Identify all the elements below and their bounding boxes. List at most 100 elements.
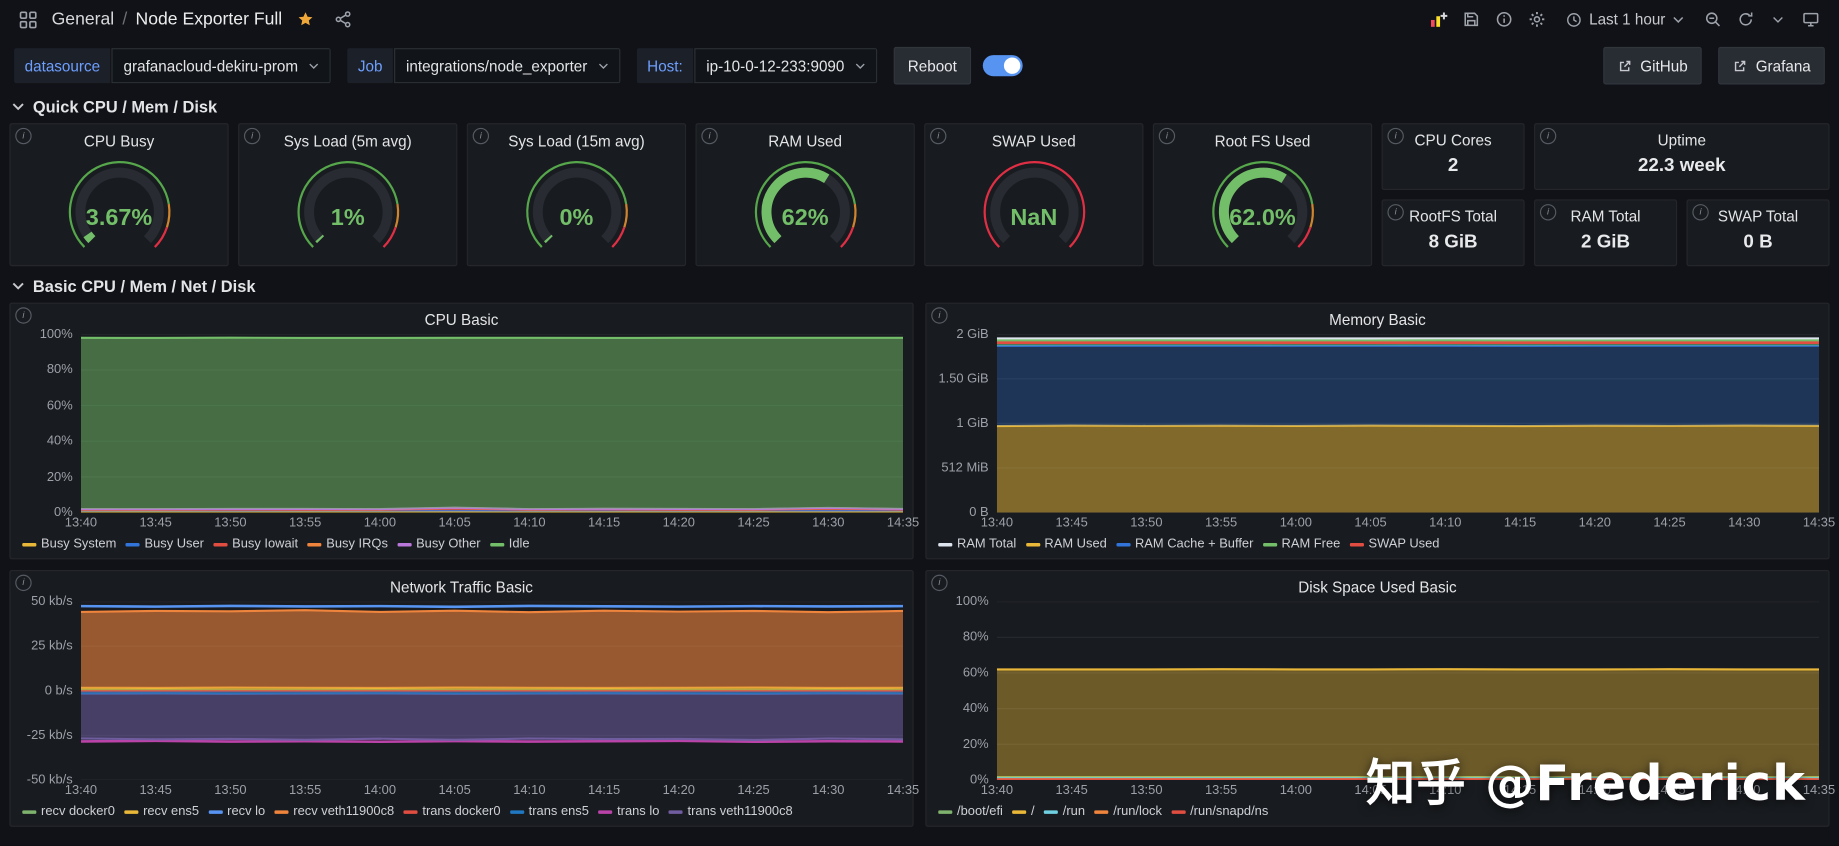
panel-info-icon[interactable]: i — [1159, 128, 1175, 144]
panel-title[interactable]: Memory Basic — [936, 308, 1819, 334]
panel-info-icon[interactable]: i — [473, 128, 489, 144]
legend-item-busy-user[interactable]: Busy User — [126, 535, 204, 554]
chevron-down-icon — [309, 62, 320, 70]
legend-item--run-lock[interactable]: /run/lock — [1094, 802, 1162, 821]
chart-plot — [81, 334, 903, 512]
panel-info-icon[interactable]: i — [1387, 204, 1403, 220]
reboot-button[interactable]: Reboot — [894, 47, 971, 85]
panel-info-icon[interactable]: i — [930, 128, 946, 144]
legend-item-trans-docker0[interactable]: trans docker0 — [404, 802, 501, 821]
panel-title[interactable]: Sys Load (15m avg) — [468, 124, 685, 150]
legend-item--run[interactable]: /run — [1044, 802, 1085, 821]
legend-swatch — [213, 542, 227, 546]
host-variable-dropdown[interactable]: Host: ip-10-0-12-233:9090 — [637, 48, 878, 83]
legend-item-trans-veth11900c8[interactable]: trans veth11900c8 — [669, 802, 793, 821]
legend-label: recv ens5 — [143, 805, 199, 819]
panel-title[interactable]: SWAP Total — [1718, 201, 1798, 226]
panel-title[interactable]: SWAP Used — [925, 124, 1142, 150]
panel-info-icon[interactable]: i — [1692, 204, 1708, 220]
x-tick-label: 14:00 — [1280, 516, 1312, 530]
legend-swatch — [397, 542, 411, 546]
legend-label: RAM Cache + Buffer — [1135, 537, 1253, 551]
x-tick-label: 14:15 — [1504, 516, 1536, 530]
row-header-quick[interactable]: Quick CPU / Mem / Disk — [12, 97, 1830, 116]
panel-info-icon[interactable]: i — [1387, 128, 1403, 144]
legend-item-ram-free[interactable]: RAM Free — [1263, 535, 1341, 554]
panel-info-icon[interactable]: i — [1540, 128, 1556, 144]
variables-bar: datasource grafanacloud-dekiru-prom Job … — [0, 39, 1839, 95]
github-link-button[interactable]: GitHub — [1603, 47, 1702, 85]
legend-item--[interactable]: / — [1012, 802, 1034, 821]
favorite-star-icon[interactable] — [292, 6, 320, 32]
panel-title[interactable]: CPU Basic — [20, 308, 903, 334]
legend-item-ram-total[interactable]: RAM Total — [938, 535, 1016, 554]
legend-item-trans-ens5[interactable]: trans ens5 — [510, 802, 589, 821]
panel-info-icon[interactable]: i — [15, 128, 31, 144]
legend-item-ram-cache-buffer[interactable]: RAM Cache + Buffer — [1116, 535, 1253, 554]
dashboard-body: Quick CPU / Mem / Disk i CPU Busy 3.67% … — [0, 97, 1839, 836]
legend-item-busy-iowait[interactable]: Busy Iowait — [213, 535, 298, 554]
legend-item-ram-used[interactable]: RAM Used — [1026, 535, 1107, 554]
share-icon[interactable] — [329, 6, 357, 32]
grid-icon[interactable] — [14, 6, 42, 32]
reboot-toggle[interactable] — [983, 55, 1023, 76]
panel-title[interactable]: Uptime — [1658, 124, 1706, 149]
panel-info-icon[interactable]: i — [931, 575, 947, 591]
panel-info-icon[interactable]: i — [15, 307, 31, 323]
save-dashboard-icon[interactable] — [1458, 6, 1486, 32]
panel-title[interactable]: RootFS Total — [1409, 201, 1497, 226]
panel-title[interactable]: Root FS Used — [1154, 124, 1371, 150]
x-tick-label: 13:50 — [1130, 783, 1162, 797]
panel-info-icon[interactable]: i — [931, 307, 947, 323]
datasource-variable-dropdown[interactable]: datasource grafanacloud-dekiru-prom — [14, 48, 331, 83]
legend-item-busy-irqs[interactable]: Busy IRQs — [307, 535, 387, 554]
x-tick-label: 13:40 — [65, 783, 97, 797]
tv-mode-icon[interactable] — [1797, 6, 1825, 32]
panel-sys-load-5m: i Sys Load (5m avg) 1% — [238, 123, 457, 266]
datasource-variable-value: grafanacloud-dekiru-prom — [124, 57, 299, 75]
panel-title[interactable]: Disk Space Used Basic — [936, 576, 1819, 602]
panel-title[interactable]: Sys Load (5m avg) — [239, 124, 456, 150]
y-axis: 2 GiB1.50 GiB1 GiB512 MiB0 B — [936, 334, 997, 512]
legend-item--boot-efi[interactable]: /boot/efi — [938, 802, 1003, 821]
panel-cpu-busy: i CPU Busy 3.67% — [9, 123, 228, 266]
panel-info-icon[interactable]: i — [15, 575, 31, 591]
panel-title[interactable]: RAM Used — [697, 124, 914, 150]
dashboard-insights-icon[interactable] — [1491, 6, 1519, 32]
legend-label: recv docker0 — [41, 805, 115, 819]
panel-info-icon[interactable]: i — [701, 128, 717, 144]
legend-swatch — [669, 810, 683, 814]
dashboard-settings-gear-icon[interactable] — [1523, 6, 1551, 32]
legend-swatch — [1171, 810, 1185, 814]
legend-item-swap-used[interactable]: SWAP Used — [1350, 535, 1440, 554]
panel-info-icon[interactable]: i — [244, 128, 260, 144]
legend-item--run-snapd-ns[interactable]: /run/snapd/ns — [1171, 802, 1268, 821]
legend-item-recv-lo[interactable]: recv lo — [208, 802, 265, 821]
breadcrumb-section[interactable]: General — [52, 9, 115, 29]
x-tick-label: 14:35 — [1803, 783, 1835, 797]
legend-item-trans-lo[interactable]: trans lo — [598, 802, 659, 821]
panel-title[interactable]: Network Traffic Basic — [20, 576, 903, 602]
panel-info-icon[interactable]: i — [1540, 204, 1556, 220]
panel-title[interactable]: RAM Total — [1571, 201, 1641, 226]
panel-title[interactable]: CPU Busy — [11, 124, 228, 150]
legend-item-busy-system[interactable]: Busy System — [22, 535, 116, 554]
grafana-link-button[interactable]: Grafana — [1718, 47, 1825, 85]
legend-item-busy-other[interactable]: Busy Other — [397, 535, 480, 554]
zoom-out-icon[interactable] — [1698, 6, 1726, 32]
legend-item-recv-veth11900c8[interactable]: recv veth11900c8 — [275, 802, 395, 821]
job-variable-dropdown[interactable]: Job integrations/node_exporter — [347, 48, 620, 83]
x-tick-label: 13:50 — [1130, 516, 1162, 530]
add-panel-icon[interactable] — [1425, 6, 1453, 32]
x-tick-label: 14:25 — [1653, 516, 1685, 530]
refresh-icon[interactable] — [1731, 6, 1759, 32]
x-tick-label: 13:40 — [981, 783, 1013, 797]
legend-item-recv-docker0[interactable]: recv docker0 — [22, 802, 115, 821]
row-header-basic[interactable]: Basic CPU / Mem / Net / Disk — [12, 277, 1830, 296]
panel-title[interactable]: CPU Cores — [1415, 124, 1492, 149]
legend-item-recv-ens5[interactable]: recv ens5 — [124, 802, 199, 821]
time-range-picker[interactable]: Last 1 hour — [1556, 4, 1693, 34]
legend-item-idle[interactable]: Idle — [490, 535, 530, 554]
y-axis: 50 kb/s25 kb/s0 b/s-25 kb/s-50 kb/s — [20, 602, 81, 780]
refresh-interval-chevron-icon[interactable] — [1764, 6, 1792, 32]
